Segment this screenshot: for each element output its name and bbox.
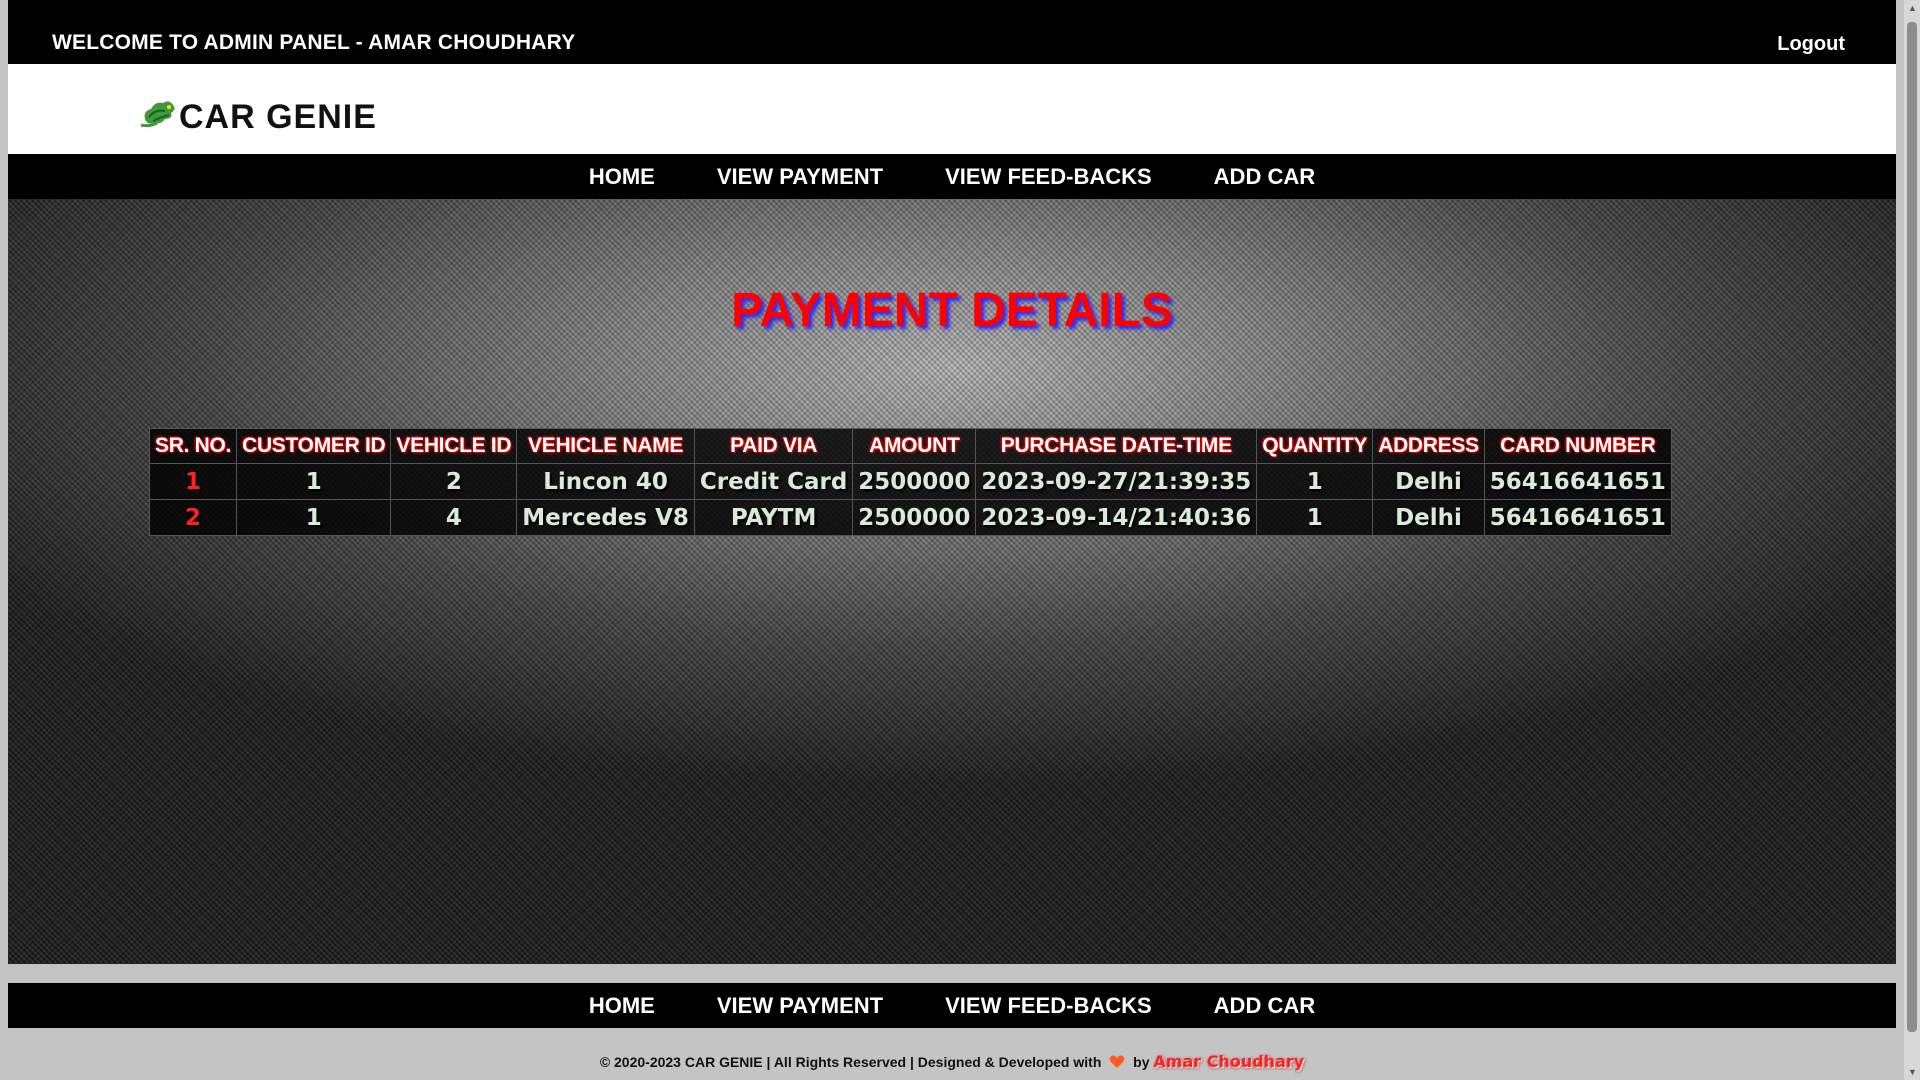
table-cell: 56416641651: [1483, 463, 1672, 500]
brand-name[interactable]: CAR GENIE: [179, 98, 377, 137]
page-title: PAYMENT DETAILS: [731, 284, 1173, 337]
copyright-text: © 2020-2023 CAR GENIE | All Rights Reser…: [599, 1054, 1102, 1070]
table-cell: 1: [236, 463, 392, 500]
table-cell: Lincon 40: [516, 463, 695, 500]
scrollbar-thumb[interactable]: [1907, 22, 1917, 1032]
column-header: CARD NUMBER: [1483, 428, 1672, 464]
table-cell: 2500000: [852, 463, 977, 500]
table-header-row: SR. NO. CUSTOMER ID VEHICLE ID VEHICLE N…: [148, 428, 1672, 464]
table-cell: 2023-09-14/21:40:36: [975, 499, 1258, 536]
column-header: ADDRESS: [1372, 428, 1485, 464]
nav-view-feedbacks[interactable]: VIEW FEED-BACKS: [945, 164, 1152, 190]
heart-icon: [1109, 1055, 1125, 1068]
column-header: PAID VIA: [693, 428, 854, 464]
page-scrollbar[interactable]: ▲ ▼: [1904, 0, 1920, 1080]
table-cell: Mercedes V8: [516, 499, 695, 536]
table-cell: 1: [236, 499, 392, 536]
top-nav: HOME VIEW PAYMENT VIEW FEED-BACKS ADD CA…: [8, 154, 1896, 199]
nav-view-payment[interactable]: VIEW PAYMENT: [717, 164, 883, 190]
table-cell: 2023-09-27/21:39:35: [975, 463, 1258, 500]
column-header: AMOUNT: [852, 428, 977, 464]
by-text: by: [1133, 1054, 1150, 1070]
table-cell: 2: [390, 463, 518, 500]
scroll-up-icon[interactable]: ▲: [1908, 4, 1917, 13]
column-header: VEHICLE NAME: [516, 428, 695, 464]
footer-nav-add-car[interactable]: ADD CAR: [1214, 993, 1315, 1019]
column-header: VEHICLE ID: [390, 428, 518, 464]
bottom-nav: HOME VIEW PAYMENT VIEW FEED-BACKS ADD CA…: [8, 983, 1896, 1028]
table-cell: 4: [390, 499, 518, 536]
table-cell: 1: [1256, 499, 1374, 536]
column-header: PURCHASE DATE-TIME: [975, 428, 1258, 464]
car-genie-logo-icon[interactable]: [139, 97, 179, 131]
footer-nav-home[interactable]: HOME: [589, 993, 655, 1019]
welcome-text: WELCOME TO ADMIN PANEL - AMAR CHOUDHARY: [52, 31, 576, 54]
logout-link[interactable]: Logout: [1777, 33, 1845, 56]
table-cell: Credit Card: [693, 463, 854, 500]
table-cell: 2: [148, 499, 238, 536]
table-cell: 2500000: [852, 499, 977, 536]
main-content: PAYMENT DETAILS SR. NO. CUSTOMER ID VEHI…: [8, 199, 1896, 964]
table-row: 1 1 2 Lincon 40 Credit Card 2500000 2023…: [148, 463, 1672, 500]
footer: © 2020-2023 CAR GENIE | All Rights Reser…: [8, 1052, 1896, 1071]
table-row: 2 1 4 Mercedes V8 PAYTM 2500000 2023-09-…: [148, 499, 1672, 536]
table-cell: 56416641651: [1483, 499, 1672, 536]
table-cell: Delhi: [1372, 499, 1485, 536]
top-bar: WELCOME TO ADMIN PANEL - AMAR CHOUDHARY …: [8, 0, 1896, 64]
nav-add-car[interactable]: ADD CAR: [1214, 164, 1315, 190]
table-cell: Delhi: [1372, 463, 1485, 500]
author-link[interactable]: Amar Choudhary: [1153, 1052, 1304, 1071]
table-cell: 1: [148, 463, 238, 500]
footer-nav-view-feedbacks[interactable]: VIEW FEED-BACKS: [945, 993, 1152, 1019]
page: WELCOME TO ADMIN PANEL - AMAR CHOUDHARY …: [8, 0, 1896, 1080]
column-header: SR. NO.: [148, 428, 238, 464]
payment-table: SR. NO. CUSTOMER ID VEHICLE ID VEHICLE N…: [148, 428, 1672, 536]
scroll-down-icon[interactable]: ▼: [1908, 1068, 1917, 1077]
column-header: CUSTOMER ID: [236, 428, 392, 464]
column-header: QUANTITY: [1256, 428, 1374, 464]
logo-bar: CAR GENIE: [8, 64, 1896, 154]
table-cell: 1: [1256, 463, 1374, 500]
footer-nav-view-payment[interactable]: VIEW PAYMENT: [717, 993, 883, 1019]
table-cell: PAYTM: [693, 499, 854, 536]
nav-home[interactable]: HOME: [589, 164, 655, 190]
